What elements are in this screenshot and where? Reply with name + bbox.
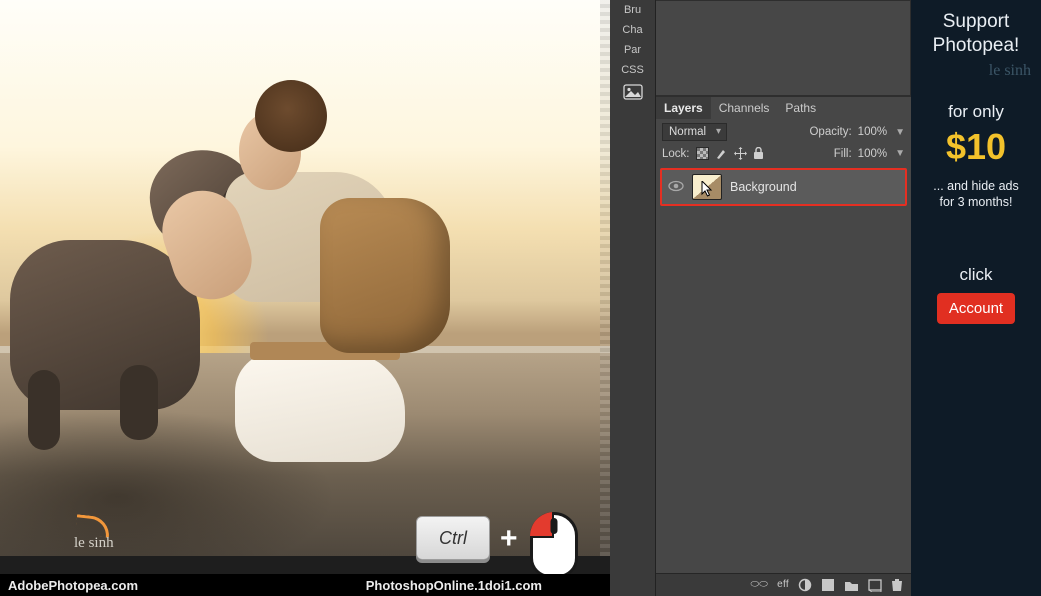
delete-layer-icon[interactable] (891, 578, 903, 592)
tab-layers[interactable]: Layers (656, 97, 711, 119)
lock-row: Lock: Fill: 100% ▼ (656, 145, 911, 166)
panel-tab-paragraph[interactable]: Par (610, 40, 655, 60)
lock-all-icon[interactable] (753, 147, 764, 160)
image-icon[interactable] (623, 84, 643, 100)
account-button[interactable]: Account (937, 293, 1015, 324)
ad-title: SupportPhotopea! (933, 10, 1020, 58)
ctrl-key-hint: Ctrl (416, 516, 490, 560)
link-layers-icon[interactable]: ⬭⬭ (750, 580, 768, 590)
ad-logo: le sinh (989, 62, 1031, 80)
layer-row-background[interactable]: Background (660, 168, 907, 206)
fill-label: Fill: (834, 148, 852, 160)
new-layer-icon[interactable] (868, 579, 882, 592)
footer-left: AdobePhotopea.com (8, 578, 138, 593)
upper-empty-panel (656, 0, 911, 96)
canvas-area[interactable]: le sinh Ctrl + AdobePhotopea.com Photosh… (0, 0, 610, 596)
panel-tab-css[interactable]: CSS (610, 60, 655, 80)
brush-lock-icon[interactable] (715, 147, 728, 160)
tab-channels[interactable]: Channels (711, 97, 778, 119)
adjustment-layer-icon[interactable] (821, 578, 835, 592)
layer-effects-icon[interactable]: eff (777, 580, 789, 590)
layer-name-label[interactable]: Background (730, 180, 797, 194)
group-layers-icon[interactable] (844, 579, 859, 592)
fill-value[interactable]: 100% (858, 148, 887, 160)
lock-label: Lock: (662, 148, 690, 160)
tab-paths[interactable]: Paths (777, 97, 824, 119)
layers-tabs: Layers Channels Paths (656, 97, 911, 119)
ad-price: $10 (946, 126, 1006, 168)
panel-main: Layers Channels Paths Normal Opacity: 10… (656, 0, 911, 596)
blend-row: Normal Opacity: 100% ▼ (656, 119, 911, 145)
move-lock-icon[interactable] (734, 147, 747, 160)
document-image: le sinh (0, 0, 610, 596)
panel-tab-character[interactable]: Cha (610, 20, 655, 40)
ad-click-label: click (959, 265, 992, 285)
collapsed-panel-tabs: Bru Cha Par CSS (610, 0, 656, 596)
visibility-eye-icon[interactable] (668, 179, 684, 195)
blend-mode-select[interactable]: Normal (662, 123, 727, 141)
footer-right: PhotoshopOnline.1doi1.com (366, 578, 542, 593)
add-mask-icon[interactable] (798, 578, 812, 592)
left-click-icon (530, 512, 578, 578)
ad-subtext: ... and hide adsfor 3 months! (933, 178, 1018, 212)
opacity-value[interactable]: 100% (858, 126, 887, 138)
layer-toolbar: ⬭⬭ eff (656, 573, 911, 596)
plus-hint: + (500, 522, 518, 556)
pointer-cursor-icon (699, 181, 715, 199)
panel-tab-brush[interactable]: Bru (610, 0, 655, 20)
right-column: Bru Cha Par CSS Layers Channels Paths No… (610, 0, 1041, 596)
app-root: le sinh Ctrl + AdobePhotopea.com Photosh… (0, 0, 1041, 596)
canvas-edge-ruler (600, 0, 610, 556)
lock-transparency-icon[interactable] (696, 147, 709, 160)
opacity-label: Opacity: (809, 126, 851, 138)
opacity-dropdown-icon[interactable]: ▼ (895, 127, 905, 138)
footer-bar: AdobePhotopea.com PhotoshopOnline.1doi1.… (0, 574, 610, 596)
ad-for-only: for only (948, 102, 1004, 122)
fill-dropdown-icon[interactable]: ▼ (895, 148, 905, 159)
watermark-text: le sinh (74, 535, 114, 552)
layers-panel: Layers Channels Paths Normal Opacity: 10… (656, 96, 911, 596)
layer-thumbnail[interactable] (692, 174, 722, 200)
ad-sidebar: SupportPhotopea! le sinh for only $10 ..… (911, 0, 1041, 596)
layer-list: Background (656, 166, 911, 573)
